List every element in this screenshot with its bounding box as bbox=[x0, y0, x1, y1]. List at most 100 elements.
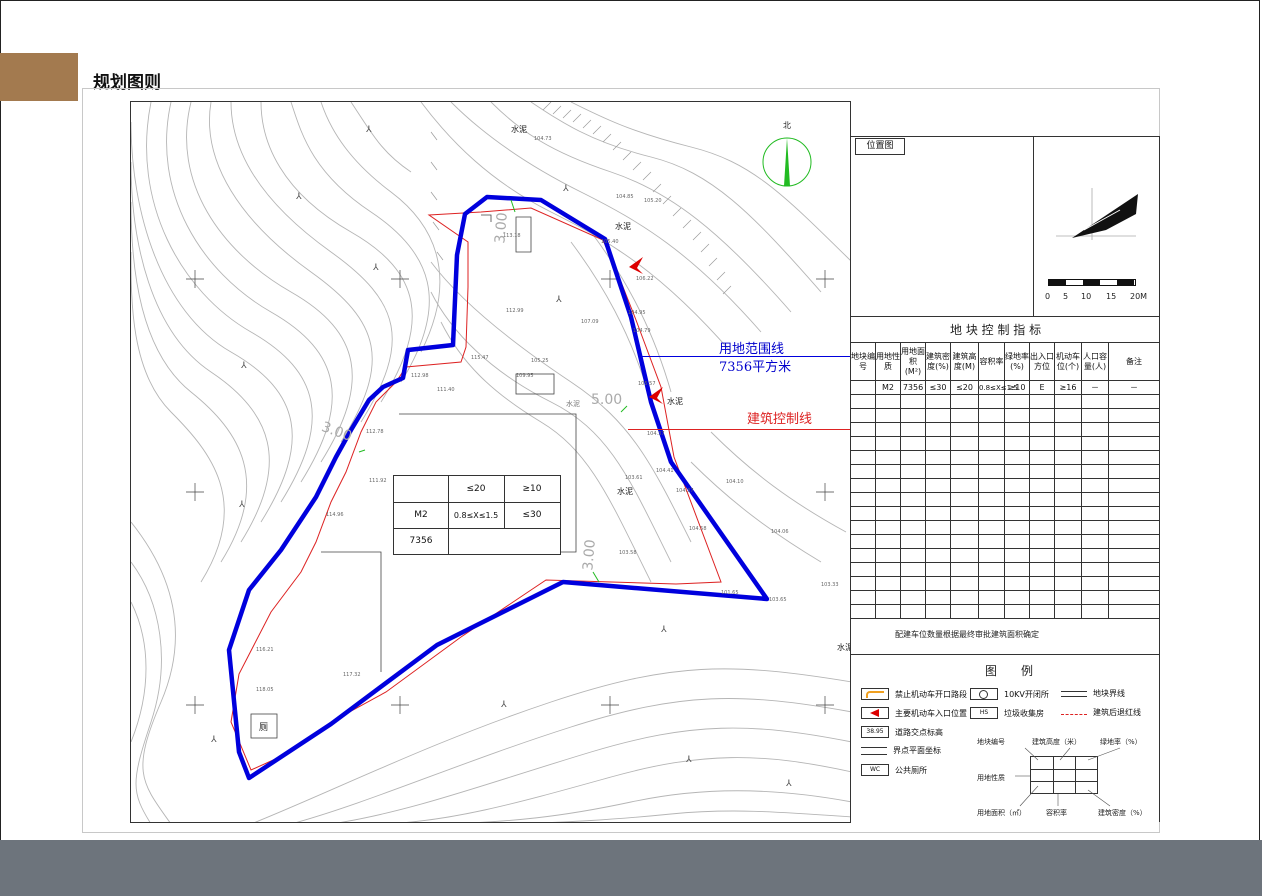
location-bottom-rule bbox=[850, 316, 1160, 317]
slope-hatch bbox=[430, 102, 732, 295]
card-use: M2 bbox=[394, 502, 449, 529]
svg-text:104.06: 104.06 bbox=[771, 529, 789, 535]
svg-text:104.10: 104.10 bbox=[726, 479, 744, 485]
svg-text:⅄: ⅄ bbox=[238, 500, 245, 510]
footer-bar bbox=[0, 840, 1262, 896]
svg-text:105.25: 105.25 bbox=[531, 358, 549, 364]
no-entry-road-icon bbox=[861, 688, 889, 700]
header-cell: 绿地率(%) bbox=[1004, 342, 1030, 381]
location-map bbox=[1050, 180, 1140, 250]
index-table-title: 地 块 控 制 指 标 bbox=[950, 323, 1042, 337]
card-area: 7356 bbox=[394, 528, 449, 554]
table-row-empty bbox=[850, 590, 1160, 605]
control-callout-line bbox=[628, 429, 850, 430]
panel-top-rule bbox=[850, 136, 1160, 137]
svg-text:107.09: 107.09 bbox=[581, 319, 599, 325]
scale-tick: 10 bbox=[1081, 292, 1092, 301]
table-cell: 7356 bbox=[900, 380, 926, 395]
svg-text:104.85: 104.85 bbox=[616, 194, 634, 200]
table-row-empty bbox=[850, 408, 1160, 423]
location-map-title: 位置图 bbox=[855, 138, 905, 155]
card-far: 0.8≤X≤1.5 bbox=[448, 502, 505, 529]
toilet-icon: WC bbox=[861, 764, 889, 776]
scale-tick: 20M bbox=[1130, 292, 1148, 301]
svg-text:⅄: ⅄ bbox=[785, 779, 792, 789]
svg-text:109.95: 109.95 bbox=[516, 373, 534, 379]
table-header-row: 地块编号 用地性质 用地面积(M²) 建筑密度(%) 建筑高度(M) 容积率 绿… bbox=[850, 342, 1160, 381]
svg-text:103.33: 103.33 bbox=[821, 582, 839, 588]
surface-label: 水泥 bbox=[615, 222, 631, 231]
card-height: ≤20 bbox=[448, 476, 505, 503]
compass-icon bbox=[762, 137, 812, 187]
svg-text:⅄: ⅄ bbox=[500, 700, 507, 710]
legend-no-entry-road: 禁止机动车开口路段 bbox=[861, 688, 967, 700]
surface-label: 水泥 bbox=[617, 487, 633, 496]
legend-label: 10KV开闭所 bbox=[1004, 689, 1049, 699]
table-row-empty bbox=[850, 478, 1160, 493]
card-green: ≥10 bbox=[504, 476, 560, 503]
plot-boundary-icon bbox=[1061, 690, 1087, 697]
setback-5-label: 5.00 bbox=[591, 392, 623, 408]
table-cell: － bbox=[1081, 380, 1109, 395]
table-row-empty bbox=[850, 534, 1160, 549]
location-site-icon bbox=[1056, 188, 1138, 240]
header-cell: 人口容量(人) bbox=[1081, 342, 1109, 381]
table-row-empty bbox=[850, 562, 1160, 577]
card-density: ≤30 bbox=[504, 502, 560, 529]
table-cell bbox=[850, 380, 876, 395]
svg-text:116.21: 116.21 bbox=[256, 647, 274, 653]
table-cell: ≤20 bbox=[950, 380, 979, 395]
scale-tick: 5 bbox=[1063, 292, 1069, 301]
north-label: 北 bbox=[783, 121, 791, 130]
site-plan-drawing: ⅄ ⅄ ⅄ ⅄ ⅄ ⅄ ⅄ ⅄ ⅄ ⅄ ⅄ ⅄ 104.73 104.85 105.20 105… bbox=[131, 102, 850, 822]
control-line-label: 建筑控制线 bbox=[747, 412, 813, 427]
svg-text:115.47: 115.47 bbox=[471, 355, 489, 361]
legend-label: 主要机动车入口位置 bbox=[895, 708, 967, 718]
legend-label: 垃圾收集房 bbox=[1004, 708, 1044, 718]
legend-title: 图 例 bbox=[985, 664, 1034, 678]
legend-top-rule bbox=[850, 654, 1160, 655]
header-cell: 地块编号 bbox=[850, 342, 876, 381]
boundary-label: 用地范围线 bbox=[719, 342, 785, 357]
diagram-density: 建筑密度（%） bbox=[1098, 809, 1147, 817]
north-arrow: 北 bbox=[761, 121, 813, 190]
site-area-label: 7356平方米 bbox=[719, 360, 792, 375]
legend-label: 建筑后退红线 bbox=[1093, 708, 1141, 717]
diagram-green: 绿地率（%） bbox=[1100, 738, 1142, 746]
svg-text:106.22: 106.22 bbox=[636, 276, 654, 282]
toilet-label: 厕 bbox=[259, 723, 269, 733]
svg-text:⅄: ⅄ bbox=[660, 625, 667, 635]
table-row-empty bbox=[850, 520, 1160, 535]
header-cell: 用地性质 bbox=[875, 342, 901, 381]
legend-plot-boundary: 地块界线 bbox=[1061, 688, 1125, 699]
legend-switch-station: 10KV开闭所 bbox=[970, 688, 1049, 700]
svg-text:⅄: ⅄ bbox=[562, 184, 569, 194]
scale-tick: 0 bbox=[1045, 292, 1051, 301]
svg-text:⅄: ⅄ bbox=[555, 295, 562, 305]
site-plan-map[interactable]: ⅄ ⅄ ⅄ ⅄ ⅄ ⅄ ⅄ ⅄ ⅄ ⅄ ⅄ ⅄ 104.73 104.85 105.20 105… bbox=[130, 101, 851, 823]
legend-main-entry: 主要机动车入口位置 bbox=[861, 707, 967, 719]
svg-text:⅄: ⅄ bbox=[295, 192, 302, 202]
svg-text:101.65: 101.65 bbox=[721, 590, 739, 596]
table-cell: M2 bbox=[875, 380, 901, 395]
svg-text:114.96: 114.96 bbox=[326, 512, 344, 518]
svg-text:104.37: 104.37 bbox=[676, 488, 694, 494]
switch-station-icon bbox=[970, 688, 998, 700]
header-cell: 出入口方位 bbox=[1029, 342, 1055, 381]
legend-setback-line: 建筑后退红线 bbox=[1061, 707, 1141, 718]
svg-text:103.65: 103.65 bbox=[769, 597, 787, 603]
legend-label: 界点平面坐标 bbox=[893, 746, 941, 755]
header-cell: 用地面积(M²) bbox=[900, 342, 926, 381]
svg-text:112.98: 112.98 bbox=[411, 373, 429, 379]
svg-text:104.58: 104.58 bbox=[689, 526, 707, 532]
diagram-plot-no: 地块编号 bbox=[977, 738, 1005, 746]
svg-text:⅄: ⅄ bbox=[685, 755, 692, 765]
elevation-sample-icon: 38.95 bbox=[861, 726, 889, 738]
surface-label: 水泥 bbox=[667, 397, 683, 406]
svg-text:111.92: 111.92 bbox=[369, 478, 387, 484]
legend-label: 地块界线 bbox=[1093, 689, 1125, 698]
header-cell: 机动车位(个) bbox=[1054, 342, 1082, 381]
control-index-table: 地块编号 用地性质 用地面积(M²) 建筑密度(%) 建筑高度(M) 容积率 绿… bbox=[850, 342, 1160, 619]
diagram-use: 用地性质 bbox=[977, 774, 1005, 782]
table-row: M2 7356 ≤30 ≤20 0.8≤X≤1.5 ≥10 E ≥16 － － bbox=[850, 380, 1160, 395]
